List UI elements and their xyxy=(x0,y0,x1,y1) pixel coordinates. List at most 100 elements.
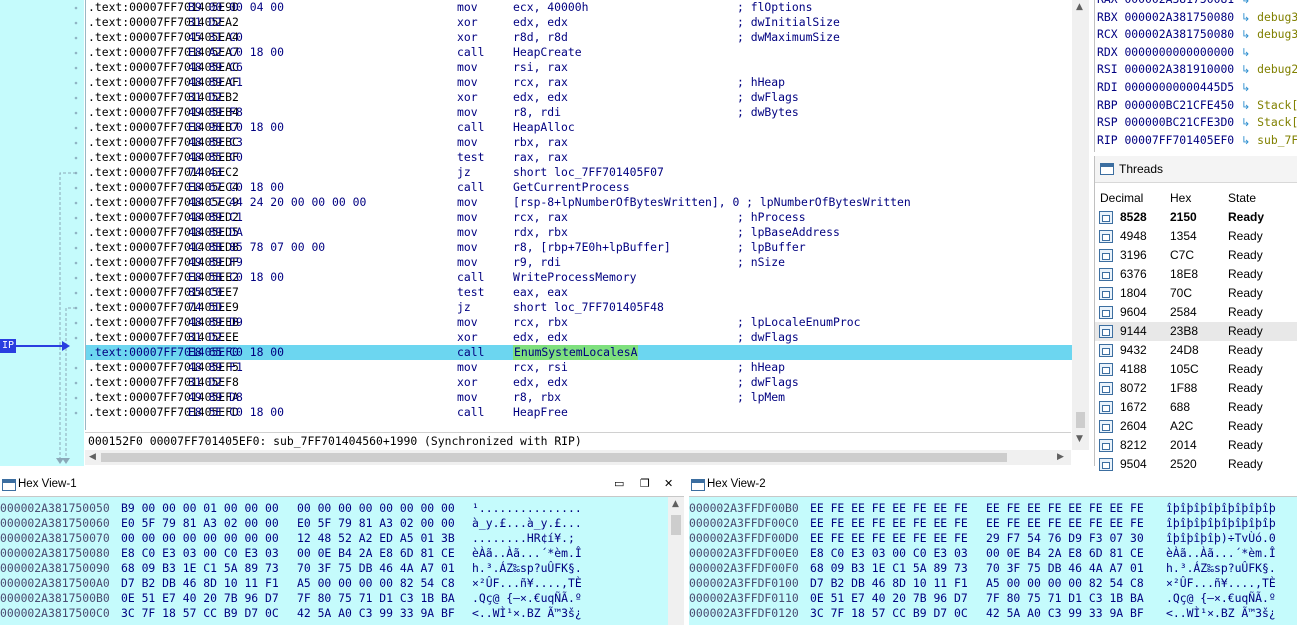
hex-bytes-low[interactable]: E8 C0 E3 03 00 C0 E3 03 xyxy=(810,546,968,561)
register-value[interactable]: 000000BC21CFE450 xyxy=(1124,98,1234,112)
hex-ascii[interactable]: ×²ÛF...ñ¥....‚TÈ xyxy=(472,576,582,591)
hex-bytes-high[interactable]: EE FE EE FE EE FE EE FE xyxy=(986,501,1144,516)
instr-operands[interactable]: ecx, 40000h xyxy=(513,0,588,15)
instr-operands[interactable]: rcx, rbx xyxy=(513,315,568,330)
thread-row[interactable]: 8528 2150 Ready xyxy=(1095,208,1297,227)
hex-bytes-high[interactable]: A5 00 00 00 00 82 54 C8 xyxy=(297,576,455,591)
instruction-row[interactable]: .text:00007FF701405EBF 48 85 C0 test rax, r… xyxy=(86,150,1072,165)
pointer-arrow-icon[interactable]: ↳ xyxy=(1241,99,1250,112)
register-value[interactable]: 000002A381750080 xyxy=(1124,27,1234,41)
instr-operands[interactable]: HeapCreate xyxy=(513,45,582,60)
pointer-arrow-icon[interactable]: ↳ xyxy=(1241,81,1250,94)
thread-row[interactable]: 1804 70C Ready xyxy=(1095,284,1297,303)
hex-bytes-low[interactable]: D7 B2 DB 46 8D 10 11 F1 xyxy=(810,576,968,591)
hex-ascii[interactable]: îþîþîþîþîþîþîþîþ xyxy=(1166,501,1276,516)
thread-row[interactable]: 3196 C7C Ready xyxy=(1095,246,1297,265)
general-registers-pane[interactable]: RAX 000002A381750081 ↳ RBX 000002A381750… xyxy=(1094,0,1297,152)
hex-ascii[interactable]: .Qç@ {–×.€uqÑÃ.º xyxy=(472,591,582,606)
instruction-row[interactable]: .text:00007FF701405EC4 E8 67 C0 18 00 call… xyxy=(86,180,1072,195)
register-row[interactable]: RSI 000002A381910000 ↳ debug2 xyxy=(1097,60,1297,78)
instr-operands[interactable]: WriteProcessMemory xyxy=(513,270,636,285)
instruction-row[interactable]: .text:00007FF701405EEB 48 89 D9 mov rcx, rb… xyxy=(86,315,1072,330)
pointer-arrow-icon[interactable]: ↳ xyxy=(1241,0,1250,6)
register-value[interactable]: 00007FF701405EF0 xyxy=(1124,133,1234,147)
column-state[interactable]: State xyxy=(1228,188,1256,208)
register-symbol[interactable]: sub_7F xyxy=(1257,133,1297,147)
hex-ascii[interactable]: h.³.ÁZ‰sp?uÛFK§. xyxy=(1166,561,1276,576)
instr-operands[interactable]: r8d, r8d xyxy=(513,30,568,45)
hex-bytes-low[interactable]: D7 B2 DB 46 8D 10 11 F1 xyxy=(121,576,279,591)
hex-bytes-high[interactable]: 7F 80 75 71 D1 C3 1B BA xyxy=(297,591,455,606)
hex-view-1[interactable]: Hex View-1 ▭ ❐ ✕ 000002A381750050 B9 00 0… xyxy=(0,472,684,625)
register-row[interactable]: RCX 000002A381750080 ↳ debug3 xyxy=(1097,25,1297,43)
scroll-down-icon[interactable]: ▼ xyxy=(1076,434,1083,444)
instruction-row[interactable]: .text:00007FF701405EFA 49 89 D8 mov r8, rbx… xyxy=(86,390,1072,405)
hex-view-2[interactable]: Hex View-2 000002A3FFDF00B0 EE FE EE FE E… xyxy=(689,472,1297,625)
instruction-row[interactable]: .text:00007FF701405EF5 48 89 F1 mov rcx, rs… xyxy=(86,360,1072,375)
hex-bytes-high[interactable]: 00 00 00 00 00 00 00 00 xyxy=(297,501,455,516)
instr-operands[interactable]: rcx, rax xyxy=(513,75,568,90)
hex-bytes-high[interactable]: 70 3F 75 DB 46 4A A7 01 xyxy=(986,561,1144,576)
instruction-row[interactable]: .text:00007FF701405EA2 31 D2 xor edx, edx; … xyxy=(86,15,1072,30)
hex-bytes-low[interactable]: 68 09 B3 1E C1 5A 89 73 xyxy=(121,561,279,576)
hex-bytes-high[interactable]: 12 48 52 A2 ED A5 01 3B xyxy=(297,531,455,546)
instr-operands[interactable]: EnumSystemLocalesA xyxy=(513,345,639,360)
disassembly-listing[interactable]: .text:00007FF701405E9D B9 00 00 04 00 mov e… xyxy=(85,0,1072,430)
instr-operands[interactable]: rdx, rbx xyxy=(513,225,568,240)
instruction-row[interactable]: .text:00007FF701405ED2 48 89 C1 mov rcx, ra… xyxy=(86,210,1072,225)
register-value[interactable]: 000002A381750081 xyxy=(1124,0,1234,6)
pointer-arrow-icon[interactable]: ↳ xyxy=(1241,28,1250,41)
hex-bytes-high[interactable]: E0 5F 79 81 A3 02 00 00 xyxy=(297,516,455,531)
hex-bytes-low[interactable]: 00 00 00 00 00 00 00 00 xyxy=(121,531,279,546)
hex-bytes-high[interactable]: 42 5A A0 C3 99 33 9A BF xyxy=(297,606,455,621)
hex-ascii[interactable]: .Qç@ {–×.€uqÑÃ.º xyxy=(1166,591,1276,606)
instr-operands[interactable]: edx, edx xyxy=(513,330,568,345)
instruction-row[interactable]: .text:00007FF701405EF8 31 D2 xor edx, edx; … xyxy=(86,375,1072,390)
instr-operands[interactable]: r8, [rbp+7E0h+lpBuffer] xyxy=(513,240,671,255)
instruction-row[interactable]: .text:00007FF701405EC9 48 C7 44 24 20 00 … xyxy=(86,195,1072,210)
hex-ascii[interactable]: à_y.£...à_y.£... xyxy=(472,516,582,531)
current-instruction-row[interactable]: .text:00007FF701405EF0 E8 65 C0 18 00 call… xyxy=(86,345,1072,360)
hex-bytes-low[interactable]: EE FE EE FE EE FE EE FE xyxy=(810,516,968,531)
pointer-arrow-icon[interactable]: ↳ xyxy=(1241,63,1250,76)
thread-row[interactable]: 8072 1F88 Ready xyxy=(1095,379,1297,398)
instr-operands[interactable]: GetCurrentProcess xyxy=(513,180,630,195)
instr-operands[interactable]: r8, rbx xyxy=(513,390,561,405)
threads-pane[interactable]: Threads Decimal Hex State 8528 2150 Ready 4… xyxy=(1094,156,1297,471)
register-symbol[interactable]: debug3 xyxy=(1257,10,1297,24)
hex-ascii[interactable]: ........HR¢í¥.; xyxy=(472,531,575,546)
hex-view-1-scroll-thumb[interactable] xyxy=(671,515,681,535)
disasm-hscroll-thumb[interactable] xyxy=(101,453,1007,462)
instruction-row[interactable]: .text:00007FF701405EE7 85 C0 test eax, eax xyxy=(86,285,1072,300)
hex-bytes-low[interactable]: 3C 7F 18 57 CC B9 D7 0C xyxy=(121,606,279,621)
instr-operands[interactable]: edx, edx xyxy=(513,15,568,30)
register-row[interactable]: RDI 00000000000445D5 ↳ xyxy=(1097,78,1257,96)
hex-bytes-low[interactable]: EE FE EE FE EE FE EE FE xyxy=(810,531,968,546)
thread-row[interactable]: 9604 2584 Ready xyxy=(1095,303,1297,322)
hex-bytes-high[interactable]: 00 0E B4 2A E8 6D 81 CE xyxy=(986,546,1144,561)
hex-bytes-high[interactable]: 7F 80 75 71 D1 C3 1B BA xyxy=(986,591,1144,606)
hex-bytes-high[interactable]: 29 F7 54 76 D9 F3 07 30 xyxy=(986,531,1144,546)
register-symbol[interactable]: debug2 xyxy=(1257,62,1297,76)
instruction-row[interactable]: .text:00007FF701405EAC 48 89 C6 mov rsi, ra… xyxy=(86,60,1072,75)
hex-bytes-low[interactable]: 0E 51 E7 40 20 7B 96 D7 xyxy=(121,591,279,606)
thread-row[interactable]: 8212 2014 Ready xyxy=(1095,436,1297,455)
instr-operands[interactable]: rbx, rax xyxy=(513,135,568,150)
hex-bytes-low[interactable]: 3C 7F 18 57 CC B9 D7 0C xyxy=(810,606,968,621)
register-row[interactable]: RBP 000000BC21CFE450 ↳ Stack[ xyxy=(1097,96,1297,114)
register-row[interactable]: RSP 000000BC21CFE3D0 ↳ Stack[ xyxy=(1097,113,1297,131)
hex-bytes-low[interactable]: EE FE EE FE EE FE EE FE xyxy=(810,501,968,516)
instr-operands[interactable]: short loc_7FF701405F48 xyxy=(513,300,664,315)
thread-row[interactable]: 6376 18E8 Ready xyxy=(1095,265,1297,284)
instruction-row[interactable]: .text:00007FF701405EE9 74 5D jz short loc_7… xyxy=(86,300,1072,315)
register-value[interactable]: 0000000000000000 xyxy=(1124,45,1234,59)
instr-operands[interactable]: [rsp-8+lpNumberOfBytesWritten], 0 ; lpNu… xyxy=(513,195,911,210)
instr-operands[interactable]: r9, rdi xyxy=(513,255,561,270)
hex-ascii[interactable]: ×²ÛF...ñ¥....‚TÈ xyxy=(1166,576,1276,591)
hex-bytes-low[interactable]: B9 00 00 00 01 00 00 00 xyxy=(121,501,279,516)
close-icon[interactable]: ✕ xyxy=(664,472,673,496)
instr-operands[interactable]: short loc_7FF701405F07 xyxy=(513,165,664,180)
instruction-row[interactable]: .text:00007FF701405EA7 E8 A2 C0 18 00 call… xyxy=(86,45,1072,60)
register-row[interactable]: RIP 00007FF701405EF0 ↳ sub_7F xyxy=(1097,131,1297,149)
hex-ascii[interactable]: èÀã..Àã...´*èm.Î xyxy=(1166,546,1276,561)
